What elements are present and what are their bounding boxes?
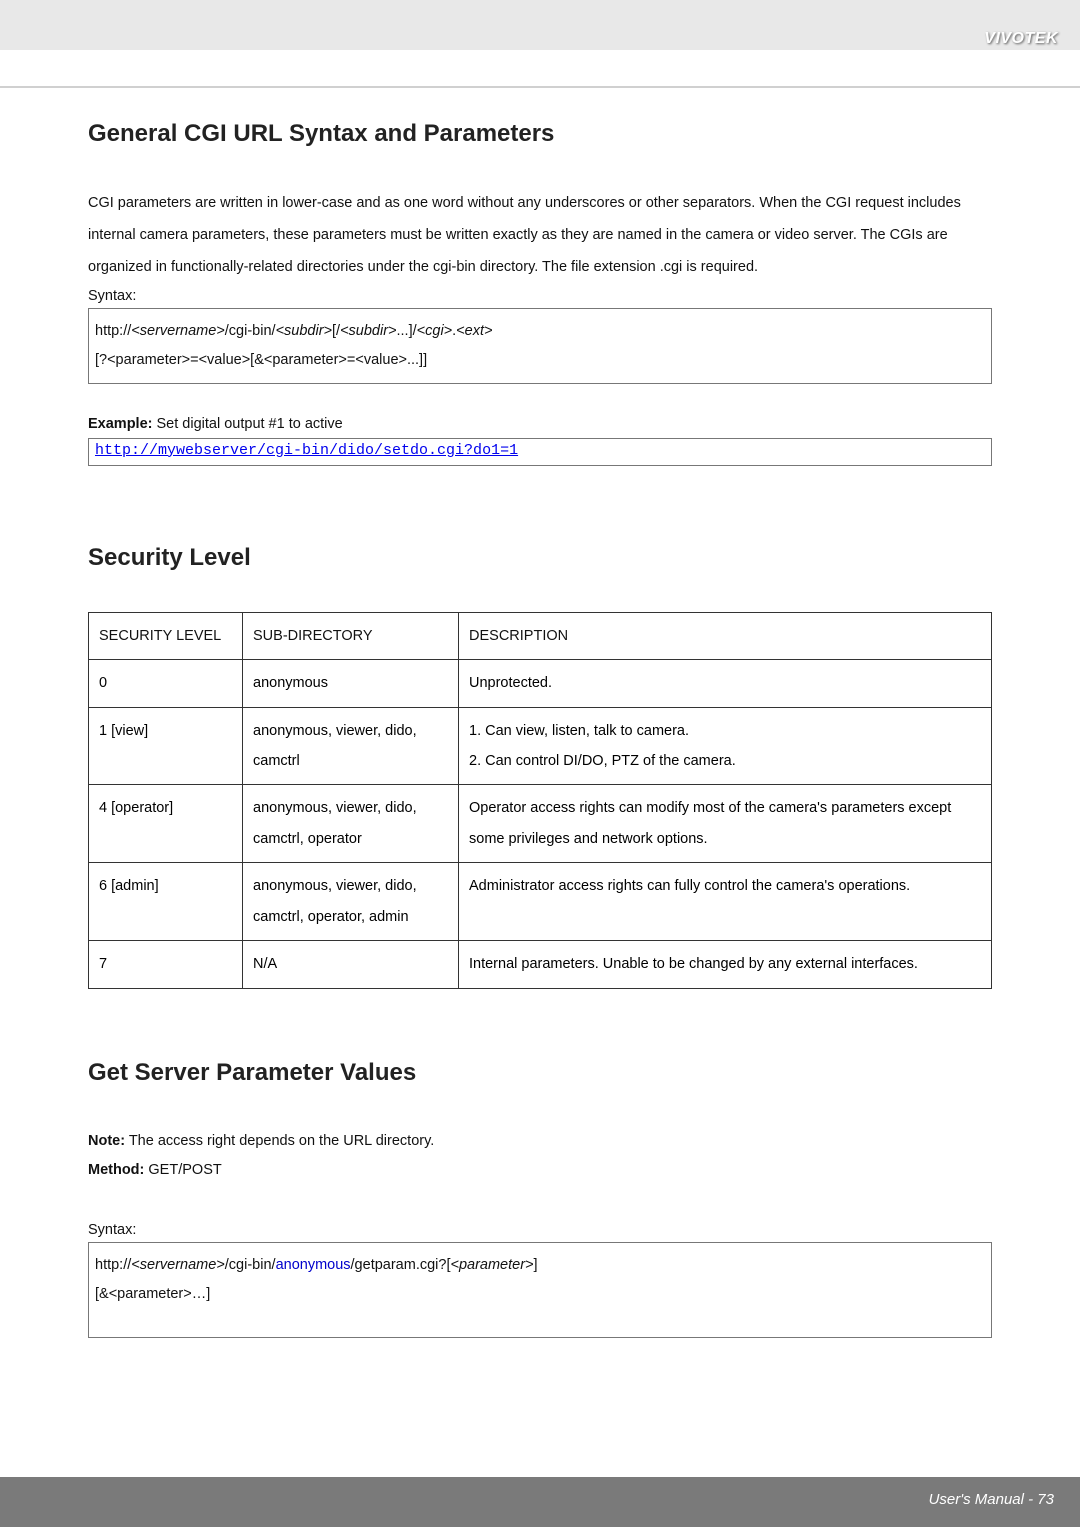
syntax-label-1: Syntax:	[88, 288, 992, 304]
syntax-label-2: Syntax:	[88, 1222, 992, 1238]
syntax-parameter: <parameter>	[450, 1257, 533, 1273]
syntax-text: http://	[95, 1257, 131, 1273]
syntax-servername: <servername>	[131, 323, 225, 339]
example-url-link[interactable]: http://mywebserver/cgi-bin/dido/setdo.cg…	[95, 442, 518, 459]
cell-desc: Unprotected.	[459, 660, 992, 707]
cell-subdir: anonymous, viewer, dido, camctrl, operat…	[243, 863, 459, 941]
method-line: Method: GET/POST	[88, 1162, 992, 1178]
syntax-text: /cgi-bin/	[225, 1257, 276, 1273]
note-label: Note:	[88, 1133, 125, 1149]
cell-desc: 1. Can view, listen, talk to camera. 2. …	[459, 707, 992, 785]
cell-level: 4 [operator]	[89, 785, 243, 863]
example-text: Set digital output #1 to active	[152, 416, 342, 432]
security-level-table: SECURITY LEVEL SUB-DIRECTORY DESCRIPTION…	[88, 612, 992, 989]
method-text: GET/POST	[144, 1162, 221, 1178]
syntax2-line-2: [&<parameter>…]	[95, 1280, 985, 1309]
col-header-subdir: SUB-DIRECTORY	[243, 612, 459, 659]
syntax-text: http://	[95, 323, 131, 339]
syntax-line-2: [?<parameter>=<value>[&<parameter>=<valu…	[95, 346, 985, 375]
table-row: 1 [view] anonymous, viewer, dido, camctr…	[89, 707, 992, 785]
header-bar	[0, 0, 1080, 50]
table-row: 4 [operator] anonymous, viewer, dido, ca…	[89, 785, 992, 863]
syntax2-line-1: http://<servername>/cgi-bin/anonymous/ge…	[95, 1251, 985, 1280]
col-header-level: SECURITY LEVEL	[89, 612, 243, 659]
cell-subdir: anonymous, viewer, dido, camctrl	[243, 707, 459, 785]
syntax-text: /cgi-bin/	[225, 323, 276, 339]
cell-desc: Administrator access rights can fully co…	[459, 863, 992, 941]
syntax-text: /getparam.cgi?[	[351, 1257, 451, 1273]
table-row: 0 anonymous Unprotected.	[89, 660, 992, 707]
example-url-box: http://mywebserver/cgi-bin/dido/setdo.cg…	[88, 438, 992, 466]
syntax-text: ...]/	[397, 323, 417, 339]
table-row: 7 N/A Internal parameters. Unable to be …	[89, 941, 992, 988]
syntax-subdir: <subdir>	[276, 323, 332, 339]
example-label: Example:	[88, 416, 152, 432]
table-header-row: SECURITY LEVEL SUB-DIRECTORY DESCRIPTION	[89, 612, 992, 659]
syntax-text: [/	[332, 323, 340, 339]
general-body-text: CGI parameters are written in lower-case…	[88, 188, 992, 284]
page-content: General CGI URL Syntax and Parameters CG…	[0, 0, 1080, 1338]
page-footer: User's Manual - 73	[0, 1477, 1080, 1527]
syntax-box-1: http://<servername>/cgi-bin/<subdir>[/<s…	[88, 308, 992, 384]
example-line: Example: Set digital output #1 to active	[88, 416, 992, 432]
syntax-anonymous: anonymous	[276, 1257, 351, 1273]
cell-level: 0	[89, 660, 243, 707]
cell-desc: Operator access rights can modify most o…	[459, 785, 992, 863]
cell-desc: Internal parameters. Unable to be change…	[459, 941, 992, 988]
syntax-ext: <ext>	[456, 323, 492, 339]
note-text: The access right depends on the URL dire…	[125, 1133, 434, 1149]
syntax-cgi: <cgi>	[417, 323, 452, 339]
syntax-line-1: http://<servername>/cgi-bin/<subdir>[/<s…	[95, 317, 985, 346]
method-label: Method:	[88, 1162, 144, 1178]
cell-level: 6 [admin]	[89, 863, 243, 941]
cell-level: 7	[89, 941, 243, 988]
table-row: 6 [admin] anonymous, viewer, dido, camct…	[89, 863, 992, 941]
syntax-servername: <servername>	[131, 1257, 225, 1273]
note-line: Note: The access right depends on the UR…	[88, 1127, 992, 1156]
brand-logo: VIVOTEK	[984, 30, 1058, 48]
section-title-getparam: Get Server Parameter Values	[88, 1059, 992, 1087]
syntax-text: ]	[534, 1257, 538, 1273]
cell-subdir: N/A	[243, 941, 459, 988]
header-divider	[0, 86, 1080, 88]
col-header-desc: DESCRIPTION	[459, 612, 992, 659]
syntax-box-2: http://<servername>/cgi-bin/anonymous/ge…	[88, 1242, 992, 1338]
section-title-general: General CGI URL Syntax and Parameters	[88, 120, 992, 148]
cell-subdir: anonymous	[243, 660, 459, 707]
cell-subdir: anonymous, viewer, dido, camctrl, operat…	[243, 785, 459, 863]
cell-level: 1 [view]	[89, 707, 243, 785]
section-title-security: Security Level	[88, 544, 992, 572]
syntax-subdir2: <subdir>	[340, 323, 396, 339]
